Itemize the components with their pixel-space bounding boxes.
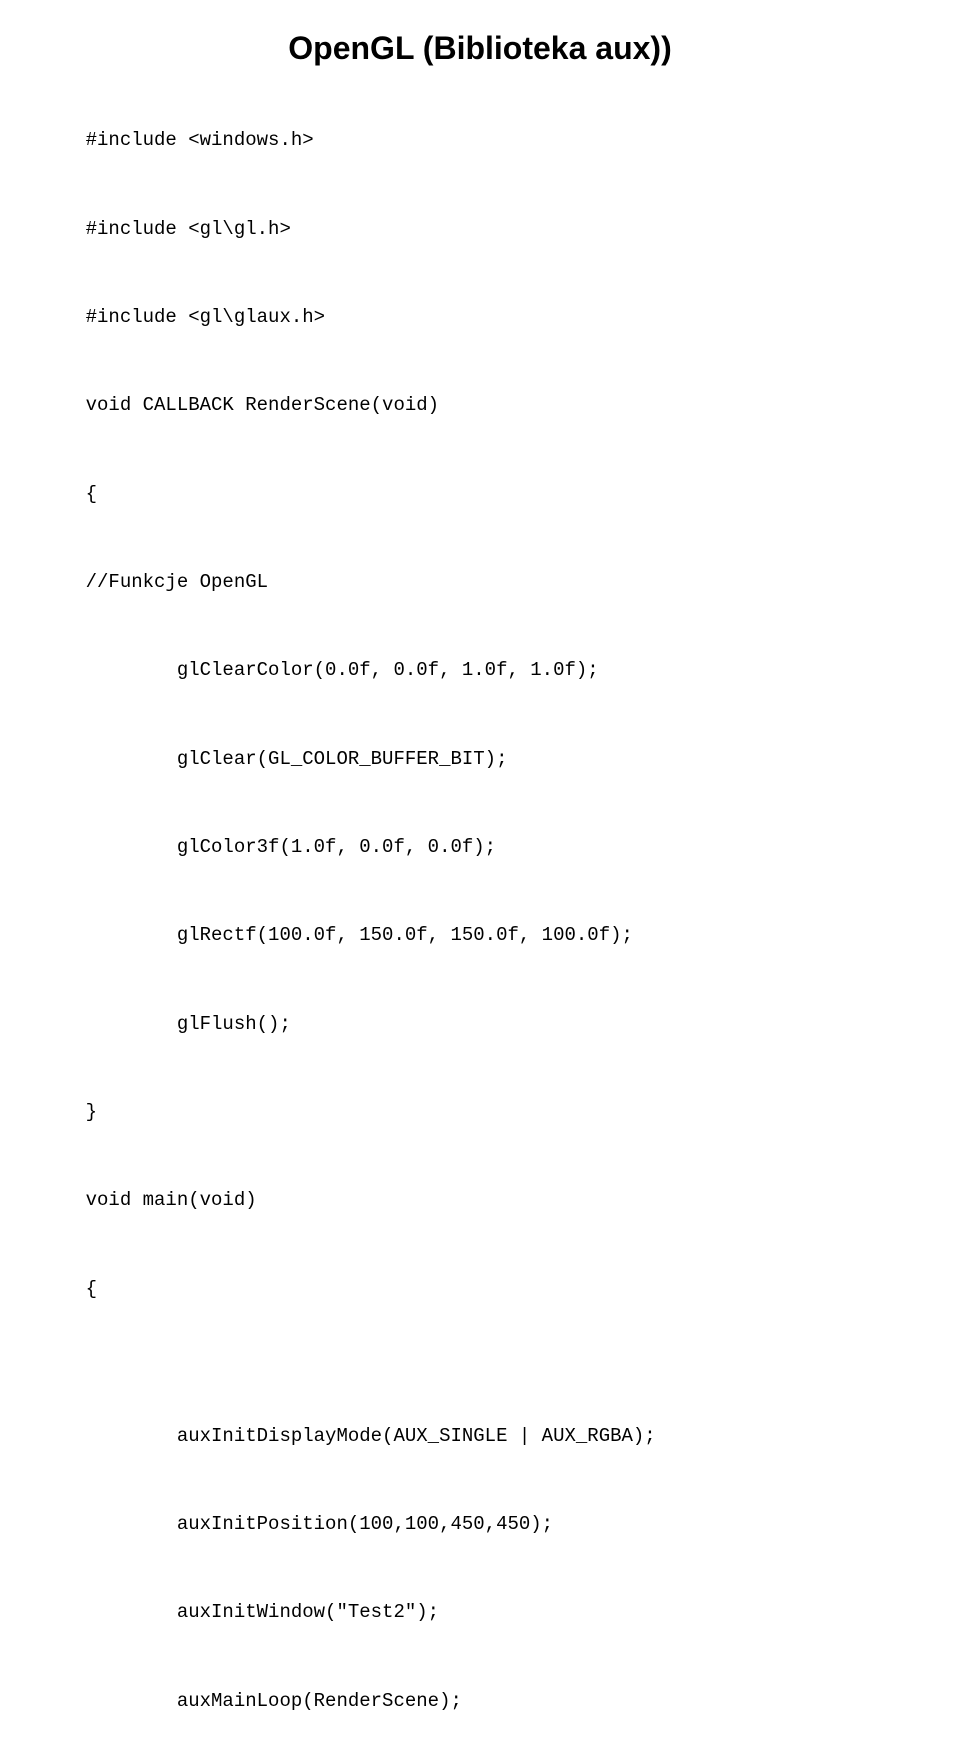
code-line-16: auxInitPosition(100,100,450,450); [86,1513,553,1535]
code-line-13: void main(void) [86,1189,257,1211]
code-line-4: void CALLBACK RenderScene(void) [86,394,439,416]
code-line-18: auxMainLoop(RenderScene); [86,1690,462,1712]
code-line-1: #include <windows.h> [86,129,314,151]
code-line-6: //Funkcje OpenGL [86,571,268,593]
code-line-17: auxInitWindow("Test2"); [86,1601,439,1623]
page-title: OpenGL (Biblioteka aux)) [288,30,671,67]
code-block: #include <windows.h> #include <gl\gl.h> … [40,97,920,1760]
code-line-14: { [86,1278,97,1300]
code-line-9: glColor3f(1.0f, 0.0f, 0.0f); [86,836,496,858]
page-container: OpenGL (Biblioteka aux)) #include <windo… [0,0,960,880]
code-line-7: glClearColor(0.0f, 0.0f, 1.0f, 1.0f); [86,659,599,681]
code-line-10: glRectf(100.0f, 150.0f, 150.0f, 100.0f); [86,924,633,946]
code-line-15: auxInitDisplayMode(AUX_SINGLE | AUX_RGBA… [86,1425,656,1447]
code-line-5: { [86,483,97,505]
code-line-8: glClear(GL_COLOR_BUFFER_BIT); [86,748,508,770]
code-line-11: glFlush(); [86,1013,291,1035]
code-line-12: } [86,1101,97,1123]
code-line-3: #include <gl\glaux.h> [86,306,325,328]
code-line-2: #include <gl\gl.h> [86,218,291,240]
